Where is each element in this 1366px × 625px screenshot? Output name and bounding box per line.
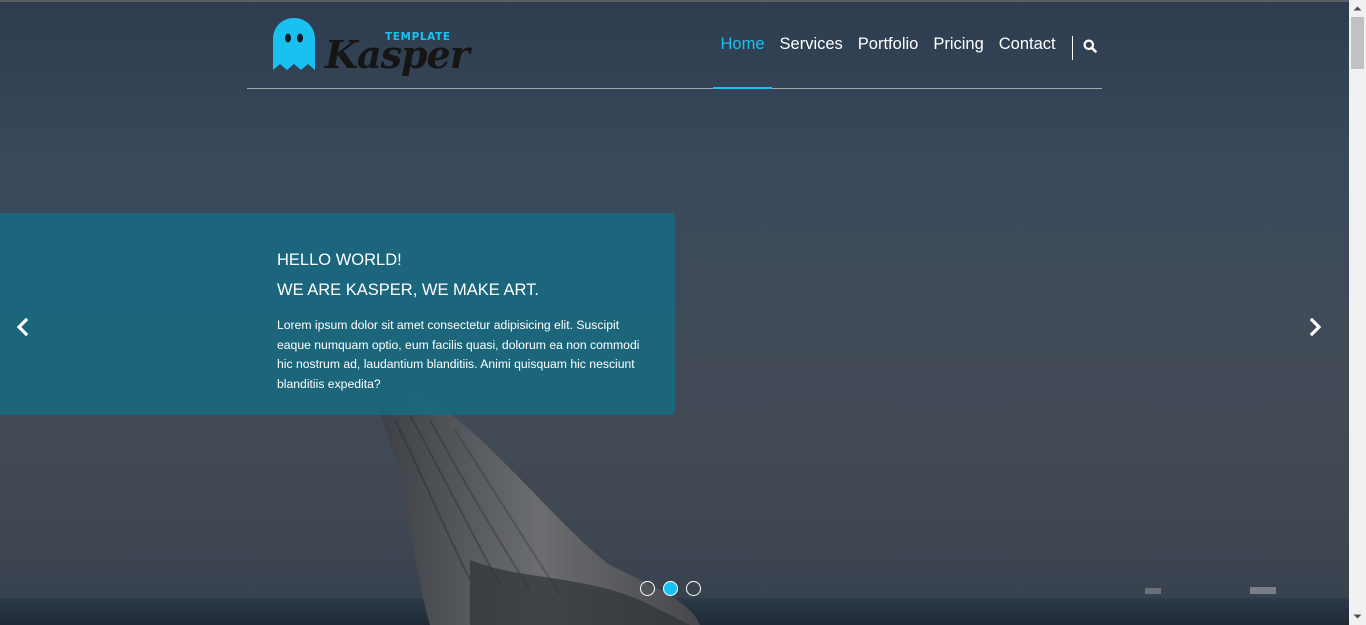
carousel-indicator-2[interactable]: [663, 581, 678, 596]
scrollbar-thumb[interactable]: [1351, 17, 1364, 69]
vertical-scrollbar[interactable]: [1349, 0, 1366, 625]
nav-link-contact[interactable]: Contact: [991, 0, 1063, 88]
slide-caption: HELLO WORLD! WE ARE KASPER, WE MAKE ART.…: [0, 213, 675, 415]
scroll-down-arrow-icon[interactable]: [1349, 608, 1366, 625]
main-navigation: Home Services Portfolio Pricing Contact: [713, 0, 1063, 89]
caption-heading-line-2: WE ARE KASPER, WE MAKE ART.: [277, 281, 539, 299]
search-button[interactable]: [1083, 39, 1097, 55]
ghost-icon: [273, 18, 315, 70]
caption-heading-line-1: HELLO WORLD!: [277, 251, 402, 269]
carousel-prev-button[interactable]: [13, 317, 33, 337]
carousel-indicators: [640, 581, 701, 596]
site-header: TEMPLATE Kasper Home Services Portfolio …: [247, 0, 1102, 89]
nav-link-services[interactable]: Services: [772, 0, 850, 88]
nav-divider: [1072, 36, 1073, 60]
scroll-up-arrow-icon[interactable]: [1349, 0, 1366, 17]
carousel-indicator-3[interactable]: [686, 581, 701, 596]
logo-wordmark: Kasper: [325, 32, 470, 77]
chevron-left-icon: [16, 317, 29, 337]
nav-link-home[interactable]: Home: [713, 0, 773, 89]
page-viewport: TEMPLATE Kasper Home Services Portfolio …: [0, 0, 1366, 625]
nav-link-pricing[interactable]: Pricing: [926, 0, 991, 88]
site-logo[interactable]: TEMPLATE Kasper: [273, 16, 470, 78]
carousel-next-button[interactable]: [1305, 317, 1325, 337]
caption-text: Lorem ipsum dolor sit amet consectetur a…: [277, 318, 640, 391]
search-icon: [1083, 39, 1097, 53]
carousel-indicator-1[interactable]: [640, 581, 655, 596]
nav-link-portfolio[interactable]: Portfolio: [850, 0, 926, 88]
chevron-right-icon: [1309, 317, 1322, 337]
